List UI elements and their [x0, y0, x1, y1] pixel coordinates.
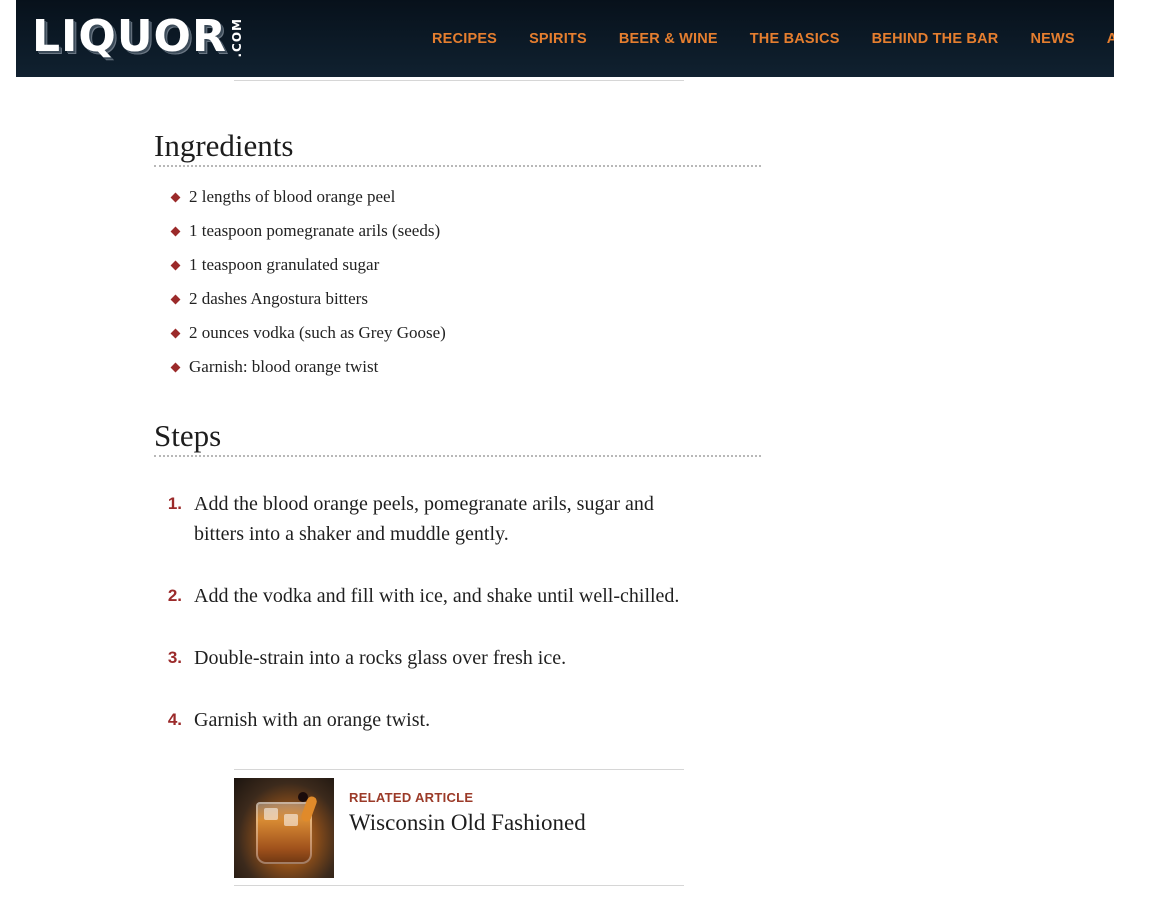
- ingredient-text: 1 teaspoon granulated sugar: [189, 255, 380, 274]
- nav-the-basics[interactable]: THE BASICS: [750, 31, 840, 47]
- steps-heading: Steps: [154, 418, 761, 457]
- ingredient-item: 2 ounces vodka (such as Grey Goose): [168, 316, 446, 350]
- ingredient-item: Garnish: blood orange twist: [168, 350, 446, 384]
- cherry-garnish: [298, 792, 308, 802]
- ingredient-text: 1 teaspoon pomegranate arils (seeds): [189, 221, 441, 240]
- ingredient-text: 2 lengths of blood orange peel: [189, 187, 396, 206]
- step-item: 3. Double-strain into a rocks glass over…: [160, 643, 700, 673]
- step-item: 1. Add the blood orange peels, pomegrana…: [160, 489, 700, 549]
- logo-dotcom: .COM: [229, 18, 244, 58]
- ice-cube: [284, 814, 298, 826]
- related-article-title[interactable]: Wisconsin Old Fashioned: [349, 810, 586, 836]
- nav-spirits[interactable]: SPIRITS: [529, 31, 587, 47]
- nav-beer-wine[interactable]: BEER & WINE: [619, 31, 718, 47]
- bullet-diamond-icon: [170, 192, 181, 202]
- logo-wordmark: LIQUOR: [32, 11, 227, 62]
- bullet-diamond-icon: [170, 260, 181, 270]
- bullet-diamond-icon: [170, 328, 181, 338]
- step-number: 3.: [167, 648, 182, 667]
- site-header: LIQUOR .COM RECIPES SPIRITS BEER & WINE …: [16, 0, 1114, 77]
- step-text: Add the blood orange peels, pomegranate …: [194, 493, 654, 545]
- ingredient-text: Garnish: blood orange twist: [189, 357, 379, 376]
- bullet-diamond-icon: [170, 294, 181, 304]
- related-article-label: RELATED ARTICLE: [349, 790, 474, 805]
- ingredient-item: 2 dashes Angostura bitters: [168, 282, 446, 316]
- nav-truncated-item[interactable]: A: [1107, 31, 1114, 47]
- step-text: Garnish with an orange twist.: [194, 709, 431, 731]
- step-text: Add the vodka and fill with ice, and sha…: [194, 585, 680, 607]
- ingredient-text: 2 ounces vodka (such as Grey Goose): [189, 323, 446, 342]
- ingredients-heading: Ingredients: [154, 128, 761, 167]
- step-item: 2. Add the vodka and fill with ice, and …: [160, 581, 700, 611]
- ingredient-item: 2 lengths of blood orange peel: [168, 180, 446, 214]
- step-item: 4. Garnish with an orange twist.: [160, 705, 700, 735]
- related-article-card[interactable]: RELATED ARTICLE Wisconsin Old Fashioned: [234, 769, 684, 886]
- divider: [234, 80, 684, 81]
- ingredient-item: 1 teaspoon pomegranate arils (seeds): [168, 214, 446, 248]
- main-nav: RECIPES SPIRITS BEER & WINE THE BASICS B…: [432, 0, 1114, 77]
- ice-cube: [264, 808, 278, 820]
- ingredient-text: 2 dashes Angostura bitters: [189, 289, 368, 308]
- nav-news[interactable]: NEWS: [1030, 31, 1074, 47]
- ingredients-list: 2 lengths of blood orange peel 1 teaspoo…: [168, 180, 446, 384]
- step-number: 1.: [167, 494, 182, 513]
- related-article-image[interactable]: [234, 778, 334, 878]
- bullet-diamond-icon: [170, 362, 181, 372]
- step-number: 4.: [167, 710, 182, 729]
- ingredient-item: 1 teaspoon granulated sugar: [168, 248, 446, 282]
- step-number: 2.: [167, 586, 182, 605]
- nav-behind-the-bar[interactable]: BEHIND THE BAR: [872, 31, 999, 47]
- step-text: Double-strain into a rocks glass over fr…: [194, 647, 567, 669]
- site-logo[interactable]: LIQUOR .COM: [32, 11, 244, 62]
- nav-recipes[interactable]: RECIPES: [432, 31, 497, 47]
- bullet-diamond-icon: [170, 226, 181, 236]
